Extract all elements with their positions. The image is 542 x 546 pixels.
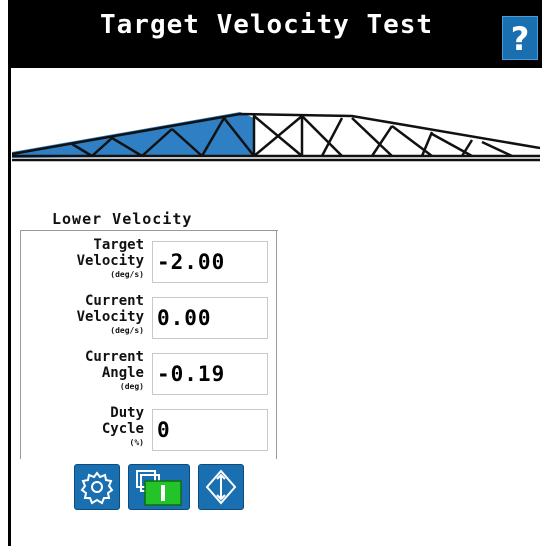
- up-down-button[interactable]: [198, 464, 244, 510]
- section-title: Lower Velocity: [52, 210, 193, 228]
- row-label: Current Velocity (deg/s): [20, 293, 144, 337]
- row-unit: (%): [129, 438, 144, 447]
- current-angle-row: Current Angle (deg) -0.19: [20, 347, 278, 403]
- row-unit: (deg/s): [110, 326, 144, 335]
- row-label-line2: Angle: [101, 365, 144, 381]
- duty-cycle-row: Duty Cycle (%) 0: [20, 403, 278, 459]
- row-label: Duty Cycle (%): [20, 405, 144, 449]
- row-label-line1: Target: [93, 237, 144, 253]
- row-label: Target Velocity (deg/s): [20, 237, 144, 281]
- left-border: [8, 68, 11, 546]
- window-toggle-button[interactable]: [128, 464, 190, 510]
- title-bar: Target Velocity Test ?: [8, 0, 542, 68]
- current-velocity-row: Current Velocity (deg/s) 0.00: [20, 291, 278, 347]
- duty-cycle-value: 0: [152, 409, 268, 451]
- settings-button[interactable]: [74, 464, 120, 510]
- window-toggle-icon: [136, 470, 182, 506]
- boom-diagram: [12, 112, 540, 162]
- target-velocity-row: Target Velocity (deg/s) -2.00: [20, 235, 278, 291]
- current-velocity-value: 0.00: [152, 297, 268, 339]
- row-label-line1: Duty: [110, 405, 144, 421]
- row-unit: (deg/s): [110, 270, 144, 279]
- row-label-line2: Velocity: [76, 253, 144, 269]
- gear-icon: [80, 471, 114, 505]
- row-label-line1: Current: [84, 349, 144, 365]
- page-title: Target Velocity Test: [100, 10, 434, 40]
- velocity-table: Target Velocity (deg/s) -2.00 Current Ve…: [20, 230, 278, 461]
- row-unit: (deg): [119, 382, 144, 391]
- up-down-arrow-icon: [205, 469, 237, 505]
- current-angle-value: -0.19: [152, 353, 268, 395]
- target-velocity-field[interactable]: -2.00: [152, 241, 268, 283]
- row-label-line2: Cycle: [101, 421, 144, 437]
- help-button[interactable]: ?: [502, 16, 538, 60]
- row-label-line1: Current: [84, 293, 144, 309]
- row-label-line2: Velocity: [76, 309, 144, 325]
- row-label: Current Angle (deg): [20, 349, 144, 393]
